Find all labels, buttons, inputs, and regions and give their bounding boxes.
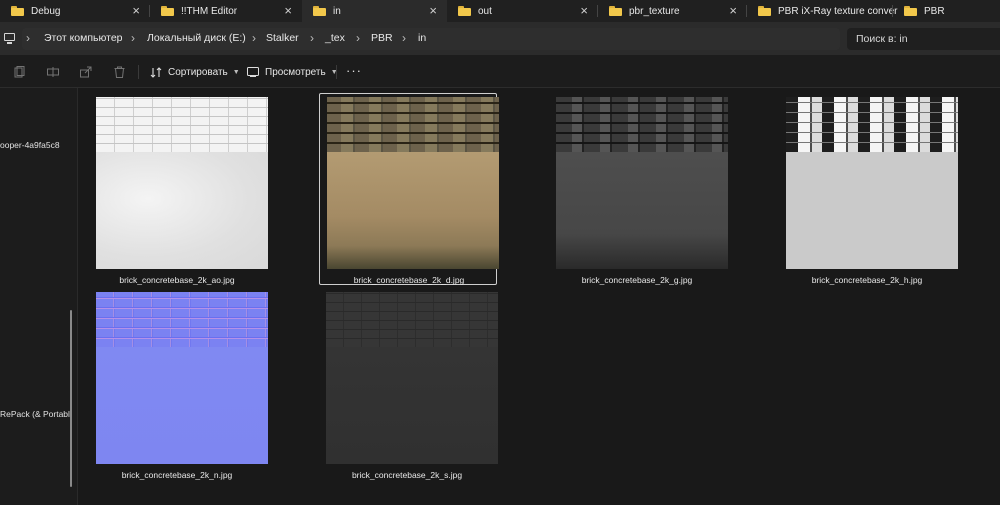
close-icon[interactable]: × (132, 3, 140, 19)
computer-icon (4, 33, 15, 44)
sort-button[interactable]: Сортировать ▼ (150, 63, 240, 81)
concrete-area (96, 152, 268, 269)
breadcrumb-this-pc[interactable]: Этот компьютер (44, 32, 123, 44)
toolbar-divider (336, 65, 337, 79)
tab-label: out (478, 5, 492, 17)
tab-out[interactable]: out × (447, 0, 598, 22)
brick-pattern (786, 97, 958, 152)
tab-thm-editor[interactable]: !!THM Editor × (150, 0, 302, 22)
breadcrumb-tex[interactable]: _tex (325, 32, 345, 44)
tab-label: PBR (924, 5, 945, 17)
tab-pbr-ixray[interactable]: PBR iX-Ray texture conver (747, 0, 898, 22)
more-options-button[interactable]: ··· (346, 63, 362, 78)
view-icon (247, 67, 259, 77)
folder-icon (11, 6, 24, 16)
texture-thumbnail (556, 97, 728, 269)
brick-pattern (326, 292, 498, 347)
chevron-down-icon: ▼ (232, 68, 240, 76)
file-item-d[interactable]: brick_concretebase_2k_d.jpg (319, 93, 499, 285)
close-icon[interactable]: × (429, 3, 437, 19)
tab-label: in (333, 5, 341, 17)
breadcrumb-in[interactable]: in (418, 32, 426, 44)
folder-icon (161, 6, 174, 16)
share-icon[interactable] (80, 66, 92, 78)
nav-scrollbar[interactable] (70, 310, 72, 487)
tab-label: !!THM Editor (181, 5, 238, 17)
chevron-right-icon[interactable]: › (356, 31, 360, 45)
texture-thumbnail (327, 97, 499, 269)
rename-icon[interactable] (47, 66, 59, 77)
brick-pattern (96, 292, 268, 347)
file-item-n[interactable]: brick_concretebase_2k_n.jpg (88, 286, 268, 480)
address-bar: › Этот компьютер › Локальный диск (E:) ›… (0, 22, 1000, 55)
chevron-right-icon[interactable]: › (310, 31, 314, 45)
chevron-right-icon[interactable]: › (26, 31, 30, 45)
brick-pattern (96, 97, 268, 152)
close-icon[interactable]: × (284, 3, 292, 19)
texture-thumbnail (96, 292, 268, 464)
view-label: Просмотреть (265, 66, 326, 78)
tab-strip: Debug × !!THM Editor × in × out × pbr_te… (0, 0, 1000, 22)
tab-label: Debug (31, 5, 61, 17)
concrete-area (327, 152, 499, 269)
chevron-right-icon[interactable]: › (252, 31, 256, 45)
breadcrumb-pbr[interactable]: PBR (371, 32, 393, 44)
close-icon[interactable]: × (580, 3, 588, 19)
file-item-h[interactable]: brick_concretebase_2k_h.jpg (778, 91, 958, 285)
folder-icon (313, 6, 326, 16)
breadcrumb-stalker[interactable]: Stalker (266, 32, 299, 44)
brick-pattern (556, 97, 728, 152)
file-item-g[interactable]: brick_concretebase_2k_g.jpg (548, 91, 728, 285)
toolbar-divider (138, 65, 139, 79)
file-name: brick_concretebase_2k_d.jpg (353, 275, 465, 285)
file-name: brick_concretebase_2k_s.jpg (351, 470, 463, 480)
breadcrumb-local-disk[interactable]: Локальный диск (E:) (147, 32, 246, 44)
tab-in[interactable]: in × (302, 0, 447, 22)
folder-icon (609, 6, 622, 16)
chevron-right-icon[interactable]: › (131, 31, 135, 45)
file-item-ao[interactable]: brick_concretebase_2k_ao.jpg (88, 91, 268, 285)
tab-pbr-texture[interactable]: pbr_texture × (598, 0, 747, 22)
tab-label: PBR iX-Ray texture conver (778, 5, 898, 17)
folder-icon (904, 6, 917, 16)
concrete-area (556, 152, 728, 269)
file-name: brick_concretebase_2k_g.jpg (581, 275, 693, 285)
sort-label: Сортировать (168, 66, 228, 78)
chevron-right-icon[interactable]: › (402, 31, 406, 45)
view-button[interactable]: Просмотреть ▼ (247, 63, 338, 81)
texture-thumbnail (326, 292, 498, 464)
texture-thumbnail (786, 97, 958, 269)
concrete-area (96, 347, 268, 464)
brick-pattern (327, 97, 499, 152)
sort-icon (150, 66, 162, 78)
nav-item-account[interactable]: ooper-4a9fa5c8 (0, 140, 60, 150)
navigation-pane: ooper-4a9fa5c8 RePack (& Portabl (0, 88, 78, 505)
address-field[interactable] (22, 28, 840, 50)
folder-icon (758, 6, 771, 16)
tab-pbr[interactable]: PBR (893, 0, 1000, 22)
tab-debug[interactable]: Debug × (0, 0, 150, 22)
file-grid: brick_concretebase_2k_ao.jpg brick_concr… (78, 88, 1000, 505)
search-input[interactable]: Поиск в: in (847, 28, 1000, 50)
copy-icon[interactable] (14, 66, 25, 78)
folder-icon (458, 6, 471, 16)
file-name: brick_concretebase_2k_h.jpg (811, 275, 923, 285)
delete-icon[interactable] (114, 66, 125, 78)
concrete-area (326, 347, 498, 464)
file-name: brick_concretebase_2k_ao.jpg (119, 275, 235, 285)
texture-thumbnail (96, 97, 268, 269)
tab-label: pbr_texture (629, 5, 680, 17)
close-icon[interactable]: × (729, 3, 737, 19)
file-name: brick_concretebase_2k_n.jpg (121, 470, 233, 480)
file-item-s[interactable]: brick_concretebase_2k_s.jpg (318, 286, 498, 480)
nav-item-repack[interactable]: RePack (& Portabl (0, 409, 70, 419)
command-bar: Сортировать ▼ Просмотреть ▼ ··· (0, 55, 1000, 88)
